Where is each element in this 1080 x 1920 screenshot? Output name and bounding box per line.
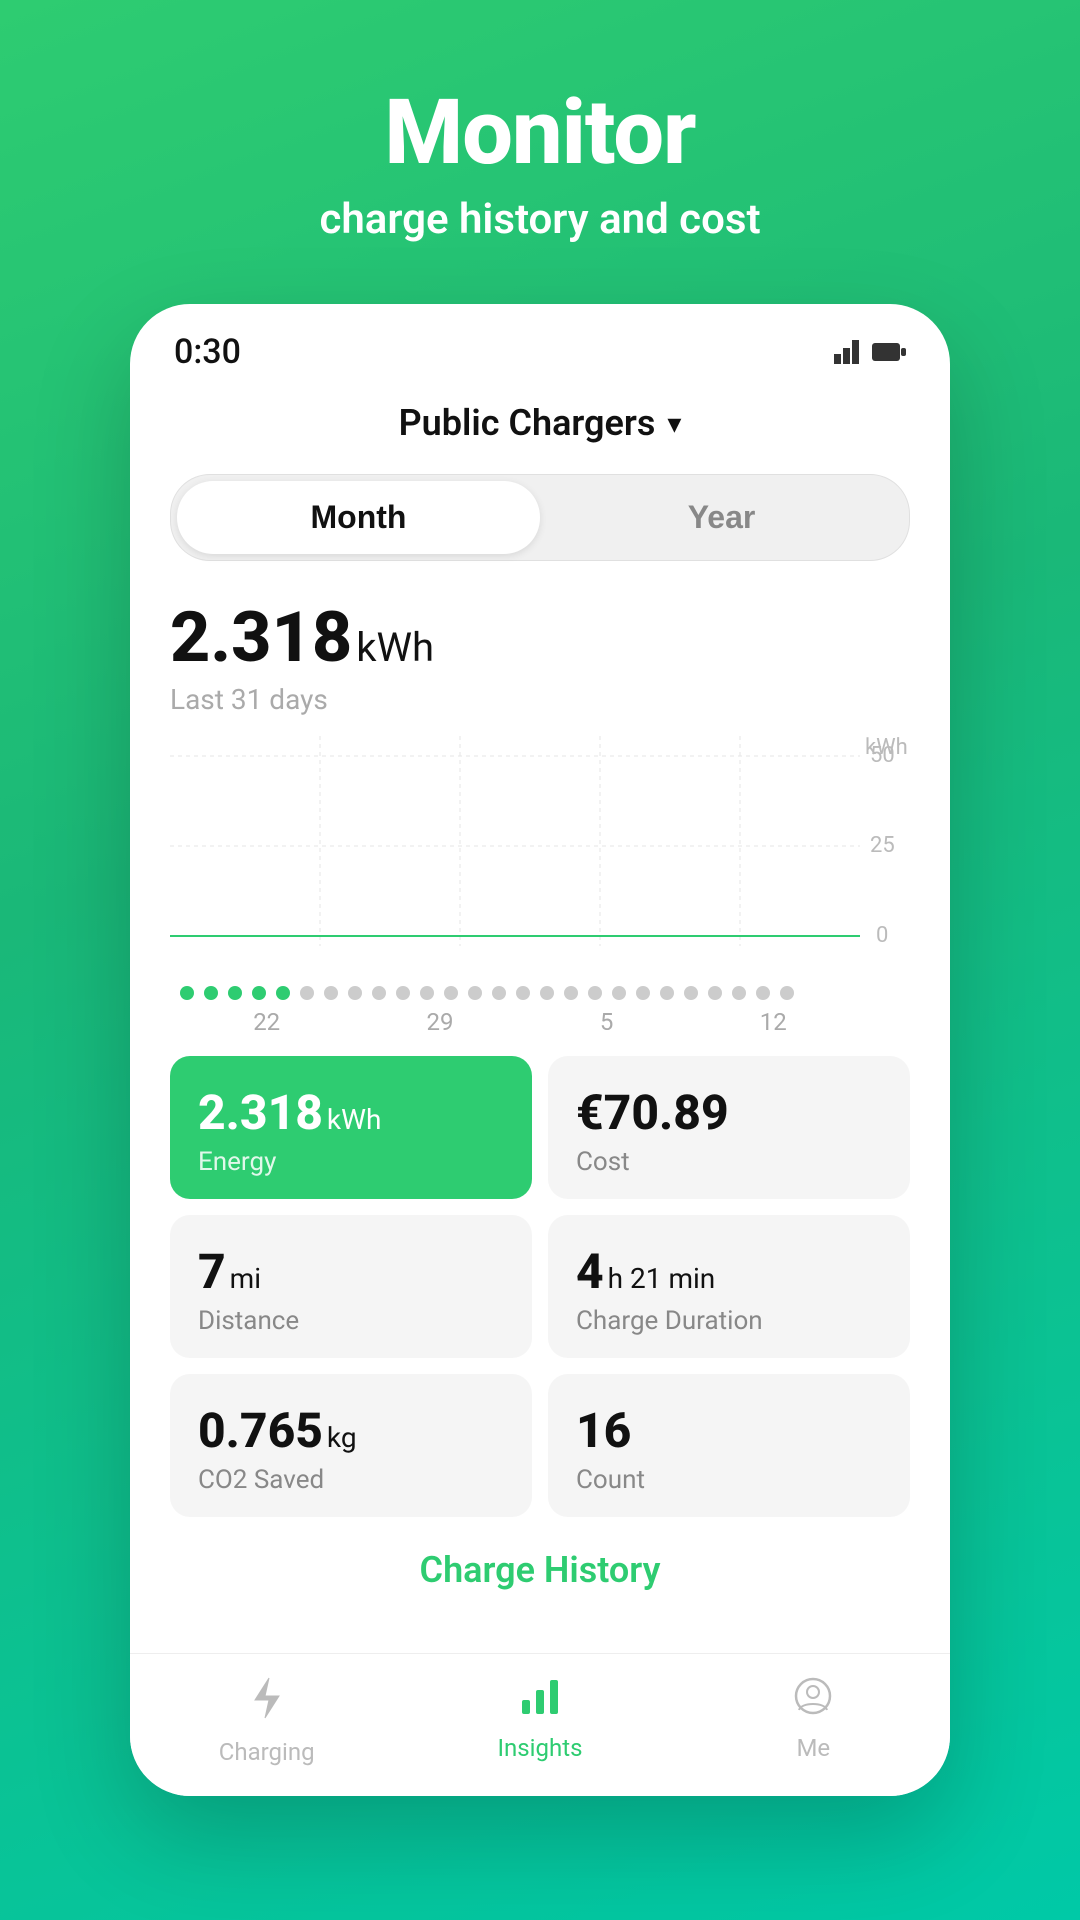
period-toggle[interactable]: Month Year [170,474,910,561]
timeline-dot [396,986,410,1000]
me-icon [793,1676,833,1726]
nav-label-insights: Insights [498,1734,583,1762]
stat-duration-value-row: 4 h 21 min [576,1243,882,1300]
chart-area: 50 kWh 25 0 [170,736,910,976]
stat-duration-value: 4 [576,1243,604,1300]
stat-cost-value: €70.89 [576,1084,729,1141]
stat-distance-value-row: 7 mi [198,1243,504,1300]
stat-count-value: 16 [576,1402,631,1459]
period-btn-month[interactable]: Month [177,481,540,554]
timeline-dot [540,986,554,1000]
content-area: Public Chargers ▾ Month Year 2.318 kWh L… [130,382,950,1653]
nav-label-charging: Charging [219,1738,315,1766]
timeline-dot [492,986,506,1000]
chart-svg: 50 kWh 25 0 [170,736,910,976]
timeline-dot [276,986,290,1000]
stat-cost-value-row: €70.89 [576,1084,882,1141]
chart-label-29: 29 [427,1008,454,1036]
nav-item-charging[interactable]: Charging [130,1676,403,1766]
header-section: Monitor charge history and cost [319,80,760,244]
timeline-dot [660,986,674,1000]
stat-card-energy: 2.318 kWh Energy [170,1056,532,1199]
bottom-nav: Charging Insights Me [130,1653,950,1796]
timeline-dot [228,986,242,1000]
timeline-dot [588,986,602,1000]
stat-co2-unit: kg [327,1421,357,1454]
timeline-dot [636,986,650,1000]
svg-text:kWh: kWh [865,736,908,760]
timeline-dot [732,986,746,1000]
energy-value: 2.318 [170,597,352,679]
battery-icon [872,341,906,363]
stat-distance-unit: mi [230,1262,261,1295]
charger-selector-label: Public Chargers [399,402,656,444]
charge-history-button[interactable]: Charge History [170,1517,910,1623]
charging-icon [249,1676,285,1730]
status-icons [834,340,906,364]
timeline-dot [612,986,626,1000]
nav-label-me: Me [796,1734,830,1762]
svg-text:25: 25 [870,833,895,858]
chart-label-5: 5 [600,1008,614,1036]
stat-cost-label: Cost [576,1147,882,1177]
timeline-dot [516,986,530,1000]
energy-total: 2.318 kWh [170,597,910,679]
chart-x-labels: 22 29 5 12 [170,1008,910,1036]
stat-count-value-row: 16 [576,1402,882,1459]
energy-period: Last 31 days [170,683,910,716]
status-time: 0:30 [174,332,241,372]
chevron-down-icon: ▾ [667,407,681,440]
stat-count-label: Count [576,1465,882,1495]
stat-energy-value-row: 2.318 kWh [198,1084,504,1141]
timeline-dot [300,986,314,1000]
timeline-dot [444,986,458,1000]
stat-card-distance: 7 mi Distance [170,1215,532,1358]
stat-duration-unit: h 21 min [608,1262,716,1295]
nav-item-insights[interactable]: Insights [403,1676,676,1766]
timeline-dot [468,986,482,1000]
timeline-dot [756,986,770,1000]
charger-selector[interactable]: Public Chargers ▾ [170,402,910,444]
stat-card-duration: 4 h 21 min Charge Duration [548,1215,910,1358]
timeline-dot [204,986,218,1000]
nav-item-me[interactable]: Me [677,1676,950,1766]
stats-grid: 2.318 kWh Energy €70.89 Cost 7 mi Distan… [170,1056,910,1517]
timeline-dot [180,986,194,1000]
timeline-dot [348,986,362,1000]
stat-card-co2: 0.765 kg CO2 Saved [170,1374,532,1517]
timeline-dot [252,986,266,1000]
stat-co2-label: CO2 Saved [198,1465,504,1495]
stat-distance-value: 7 [198,1243,226,1300]
timeline-dot [564,986,578,1000]
page-subtitle: charge history and cost [319,195,760,244]
insights-icon [520,1676,560,1726]
svg-text:0: 0 [876,923,888,948]
stat-energy-label: Energy [198,1147,504,1177]
status-bar: 0:30 [130,304,950,382]
dot-timeline [170,986,910,1000]
chart-label-12: 12 [760,1008,787,1036]
timeline-dot [780,986,794,1000]
timeline-dot [324,986,338,1000]
stat-energy-value: 2.318 [198,1084,323,1141]
stat-co2-value-row: 0.765 kg [198,1402,504,1459]
page-title: Monitor [319,80,760,185]
timeline-dot [420,986,434,1000]
stat-co2-value: 0.765 [198,1402,323,1459]
timeline-dot [708,986,722,1000]
phone-mockup: 0:30 Public Chargers ▾ Month Year [130,304,950,1796]
stat-energy-unit: kWh [327,1103,381,1136]
timeline-dot [372,986,386,1000]
timeline-dot [684,986,698,1000]
stat-duration-label: Charge Duration [576,1306,882,1336]
signal-icon [834,340,862,364]
stat-distance-label: Distance [198,1306,504,1336]
stat-card-cost: €70.89 Cost [548,1056,910,1199]
chart-label-22: 22 [253,1008,280,1036]
energy-unit: kWh [356,624,434,671]
period-btn-year[interactable]: Year [540,481,903,554]
stat-card-count: 16 Count [548,1374,910,1517]
